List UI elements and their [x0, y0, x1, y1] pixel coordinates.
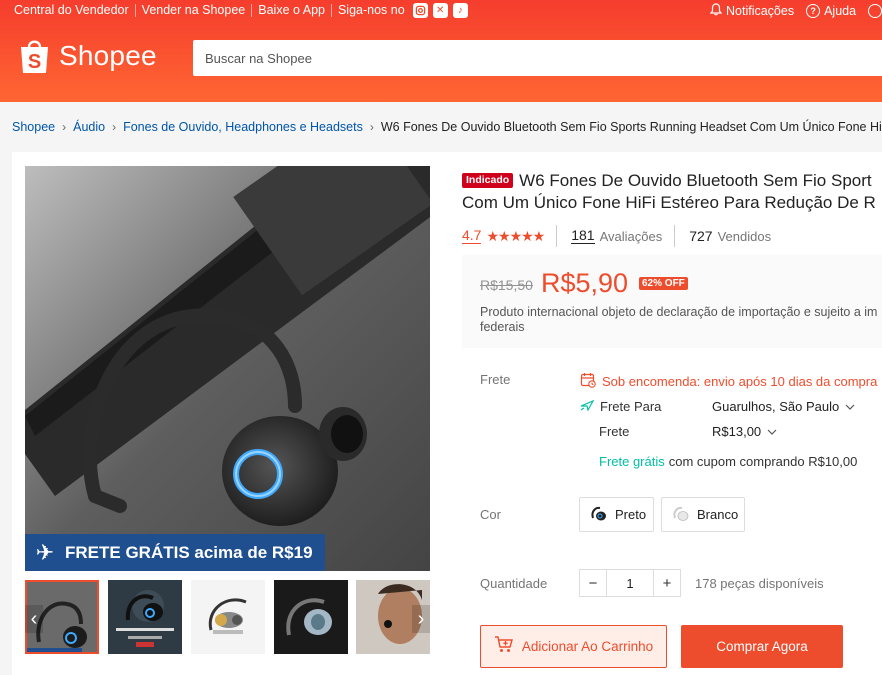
- quantity-input[interactable]: 1: [607, 569, 653, 597]
- free-shipping-offer: Frete grátis com cupom comprando R$10,00: [599, 454, 858, 469]
- x-icon[interactable]: ✕: [432, 3, 448, 18]
- buy-now-button[interactable]: Comprar Agora: [681, 625, 843, 668]
- svg-text:S: S: [28, 51, 41, 73]
- star-rating-icon: ★★★★★: [486, 227, 545, 244]
- order-notice: Sob encomenda: envio após 10 dias da com…: [580, 372, 877, 391]
- chevron-right-icon: ›: [112, 120, 117, 134]
- product-title: Indicado W6 Fones De Ouvido Bluetooth Sem…: [462, 171, 876, 212]
- help-link[interactable]: ? Ajuda: [806, 4, 856, 18]
- shopee-bag-icon: S: [18, 37, 51, 75]
- follow-us-label: Siga-nos no: [337, 3, 405, 17]
- help-icon: ?: [806, 4, 821, 18]
- search-bar: [193, 40, 882, 76]
- globe-icon: [868, 4, 882, 18]
- language-selector[interactable]: [868, 4, 882, 18]
- shopee-logo[interactable]: S Shopee: [18, 37, 157, 75]
- product-main-image[interactable]: [25, 166, 430, 571]
- thumbnail-prev-button[interactable]: ‹: [25, 605, 43, 633]
- breadcrumb-audio[interactable]: Áudio: [73, 120, 105, 134]
- ship-to-location[interactable]: Guarulhos, São Paulo: [712, 399, 855, 414]
- chevron-down-icon: [767, 424, 777, 439]
- thumbnail-3[interactable]: [191, 580, 265, 654]
- rating-value[interactable]: 4.7: [462, 228, 482, 244]
- reviews-label: Avaliações: [599, 228, 663, 244]
- white-earphone-icon: [671, 503, 691, 526]
- stock-available: 178 peças disponíveis: [695, 576, 824, 591]
- current-price: R$5,90: [541, 268, 629, 298]
- shipping-cost-value[interactable]: R$13,00: [712, 424, 777, 439]
- quantity-increase-button[interactable]: +: [653, 569, 681, 597]
- tiktok-icon[interactable]: ♪: [452, 3, 468, 18]
- thumbnail-strip: [25, 580, 430, 654]
- sold-label: Vendidos: [717, 228, 772, 244]
- delivery-plane-icon: [580, 399, 595, 414]
- divider: [674, 225, 676, 247]
- quantity-label: Quantidade: [480, 576, 548, 591]
- recommended-badge: Indicado: [462, 173, 514, 188]
- color-option-branco[interactable]: Branco: [661, 497, 745, 532]
- bell-icon: [709, 3, 723, 19]
- reviews-count[interactable]: 181: [571, 228, 595, 244]
- black-earphone-icon: [589, 503, 609, 526]
- chevron-right-icon: ›: [369, 120, 374, 134]
- logo-text: Shopee: [59, 40, 157, 71]
- notifications-link[interactable]: Notificações: [709, 3, 794, 19]
- cart-plus-icon: [494, 636, 514, 657]
- breadcrumb-shopee[interactable]: Shopee: [12, 120, 55, 134]
- quantity-decrease-button[interactable]: −: [579, 569, 607, 597]
- thumbnail-next-button[interactable]: ›: [412, 605, 430, 633]
- divider: [556, 225, 558, 247]
- header: Central do Vendedor Vender na Shopee Bai…: [0, 0, 882, 102]
- original-price: R$15,50: [480, 277, 533, 293]
- ship-to-row: Frete Para: [580, 399, 661, 414]
- download-app-link[interactable]: Baixe o App: [252, 4, 332, 17]
- chevron-right-icon: ›: [62, 120, 67, 134]
- chevron-left-icon: ‹: [30, 607, 38, 630]
- calendar-icon: [580, 372, 596, 391]
- free-shipping-banner: ✈ FRETE GRÁTIS acima de R$19: [25, 534, 325, 571]
- breadcrumb-headphones[interactable]: Fones de Ouvido, Headphones e Headsets: [123, 120, 363, 134]
- top-bar: Central do Vendedor Vender na Shopee Bai…: [0, 0, 882, 22]
- chevron-down-icon: [845, 399, 855, 414]
- shipping-label: Frete: [480, 372, 511, 387]
- sold-count: 727: [689, 227, 713, 244]
- breadcrumb-current: W6 Fones De Ouvido Bluetooth Sem Fio Spo…: [380, 120, 882, 134]
- search-input[interactable]: [193, 40, 882, 76]
- sell-on-shopee-link[interactable]: Vender na Shopee: [136, 4, 253, 17]
- breadcrumb: Shopee › Áudio › Fones de Ouvido, Headph…: [12, 120, 882, 134]
- airplane-icon: ✈: [35, 539, 55, 565]
- seller-center-link[interactable]: Central do Vendedor: [14, 4, 136, 17]
- thumbnail-4[interactable]: [274, 580, 348, 654]
- discount-badge: 62% OFF: [639, 277, 688, 290]
- color-label: Cor: [480, 507, 501, 522]
- quantity-stepper: − 1 +: [579, 569, 681, 597]
- chevron-right-icon: ›: [417, 607, 425, 630]
- product-stats: 4.7 ★★★★★ 181 Avaliações 727 Vendidos: [462, 225, 771, 247]
- color-option-preto[interactable]: Preto: [579, 497, 654, 532]
- add-to-cart-button[interactable]: Adicionar Ao Carrinho: [480, 625, 667, 668]
- import-notice: Produto internacional objeto de declaraç…: [480, 305, 878, 334]
- shipping-cost-label: Frete: [599, 424, 630, 439]
- instagram-icon[interactable]: [412, 3, 428, 18]
- thumbnail-2[interactable]: [108, 580, 182, 654]
